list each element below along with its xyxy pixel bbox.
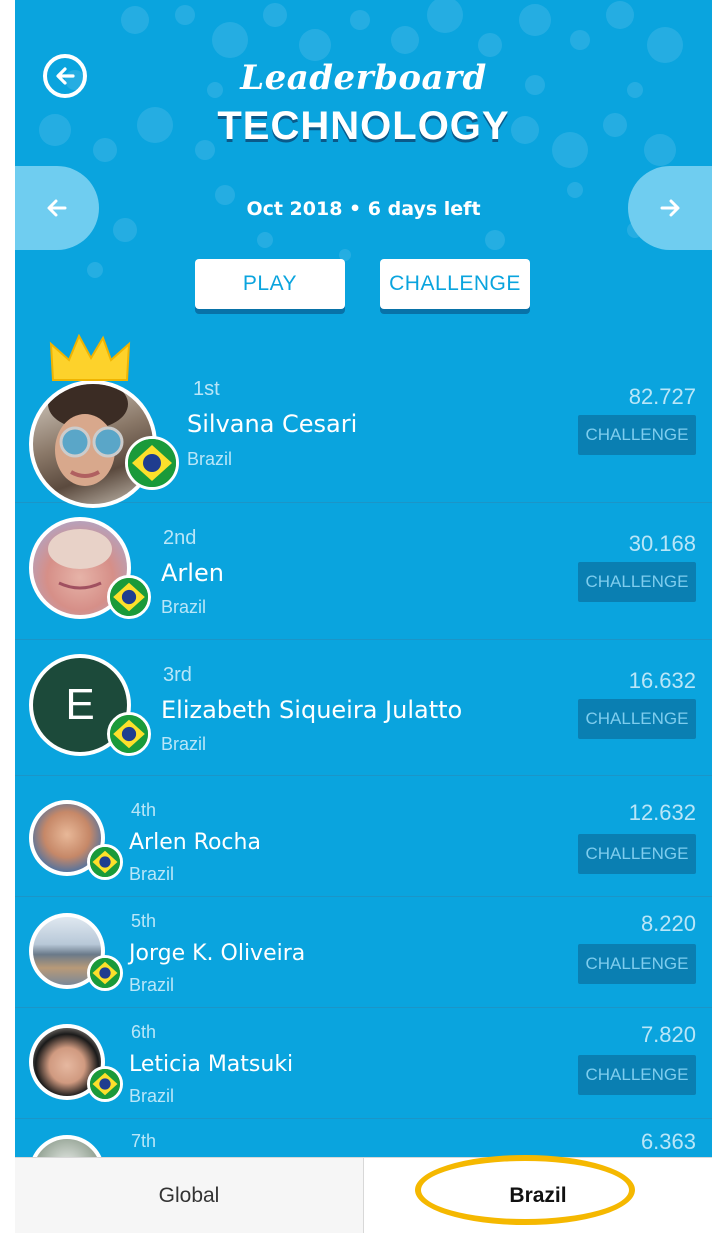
leaderboard-header: Leaderboard TECHNOLOGY Oct 2018 • 6 days… — [15, 0, 712, 340]
brazil-flag-icon — [107, 575, 151, 619]
rank-label: 2nd — [163, 527, 197, 549]
crown-icon — [49, 334, 131, 381]
leaderboard-row[interactable]: 2nd Arlen Brazil 30.168 CHALLENGE — [15, 503, 712, 640]
rank-label: 6th — [131, 1022, 157, 1042]
player-score: 8.220 — [640, 911, 696, 936]
player-score: 12.632 — [628, 800, 696, 825]
player-name[interactable]: Leticia Matsuki — [129, 1052, 293, 1077]
player-country: Brazil — [161, 597, 207, 617]
tab-brazil[interactable]: Brazil — [363, 1158, 712, 1233]
avatar-initial: E — [65, 680, 95, 729]
next-period-button[interactable] — [628, 166, 712, 250]
leaderboard-row[interactable]: 4th Arlen Rocha Brazil 12.632 CHALLENGE — [15, 776, 712, 897]
rank-label: 1st — [193, 378, 220, 400]
player-name[interactable]: Jorge K. Oliveira — [129, 941, 305, 966]
brazil-flag-icon — [87, 844, 123, 880]
player-country: Brazil — [129, 864, 175, 884]
brazil-flag-icon — [87, 1066, 123, 1102]
player-score: 16.632 — [628, 668, 696, 693]
player-country: Brazil — [187, 449, 233, 469]
category-title: TECHNOLOGY — [217, 104, 510, 148]
challenge-player-button[interactable]: CHALLENGE — [578, 1055, 696, 1095]
player-country: Brazil — [129, 1086, 175, 1106]
title-script: Leaderboard — [240, 58, 487, 98]
player-name[interactable]: Arlen — [161, 559, 224, 587]
rank-label: 4th — [131, 800, 157, 820]
leaderboard-row[interactable]: 6th Leticia Matsuki Brazil 7.820 CHALLEN… — [15, 1008, 712, 1119]
challenge-player-button[interactable]: CHALLENGE — [578, 699, 696, 739]
player-country: Brazil — [129, 975, 175, 995]
player-score: 82.727 — [628, 384, 696, 409]
brazil-flag-icon — [107, 712, 151, 756]
play-button[interactable]: PLAY — [195, 259, 345, 309]
tab-global[interactable]: Global — [15, 1158, 363, 1233]
period-label: Oct 2018 • 6 days left — [246, 198, 481, 220]
rank-label: 5th — [131, 911, 157, 931]
scope-tabs: Global Brazil — [15, 1157, 712, 1233]
leaderboard-row[interactable]: 5th Jorge K. Oliveira Brazil 8.220 CHALL… — [15, 897, 712, 1008]
player-country: Brazil — [161, 734, 207, 754]
brazil-flag-icon — [87, 955, 123, 991]
arrow-right-icon — [660, 199, 680, 217]
leaderboard-row[interactable]: E 3rd Elizabeth Siqueira Julatto Brazil … — [15, 640, 712, 776]
challenge-player-button[interactable]: CHALLENGE — [578, 944, 696, 984]
brazil-flag-icon — [125, 436, 179, 490]
leaderboard-screen: Leaderboard TECHNOLOGY Oct 2018 • 6 days… — [15, 0, 712, 1232]
player-name[interactable]: Silvana Cesari — [187, 410, 357, 438]
player-score: 30.168 — [628, 531, 696, 556]
player-name[interactable]: Arlen Rocha — [129, 830, 261, 855]
challenge-button[interactable]: CHALLENGE — [380, 259, 530, 309]
leaderboard-row[interactable]: 1st Silvana Cesari Brazil 82.727 CHALLEN… — [15, 334, 712, 508]
player-name[interactable]: Elizabeth Siqueira Julatto — [161, 696, 462, 724]
challenge-player-button[interactable]: CHALLENGE — [578, 562, 696, 602]
challenge-player-button[interactable]: CHALLENGE — [578, 415, 696, 455]
player-score: 6.363 — [640, 1129, 696, 1154]
player-score: 7.820 — [640, 1022, 696, 1047]
rank-label: 7th — [131, 1131, 157, 1151]
challenge-player-button[interactable]: CHALLENGE — [578, 834, 696, 874]
rank-label: 3rd — [163, 664, 192, 686]
